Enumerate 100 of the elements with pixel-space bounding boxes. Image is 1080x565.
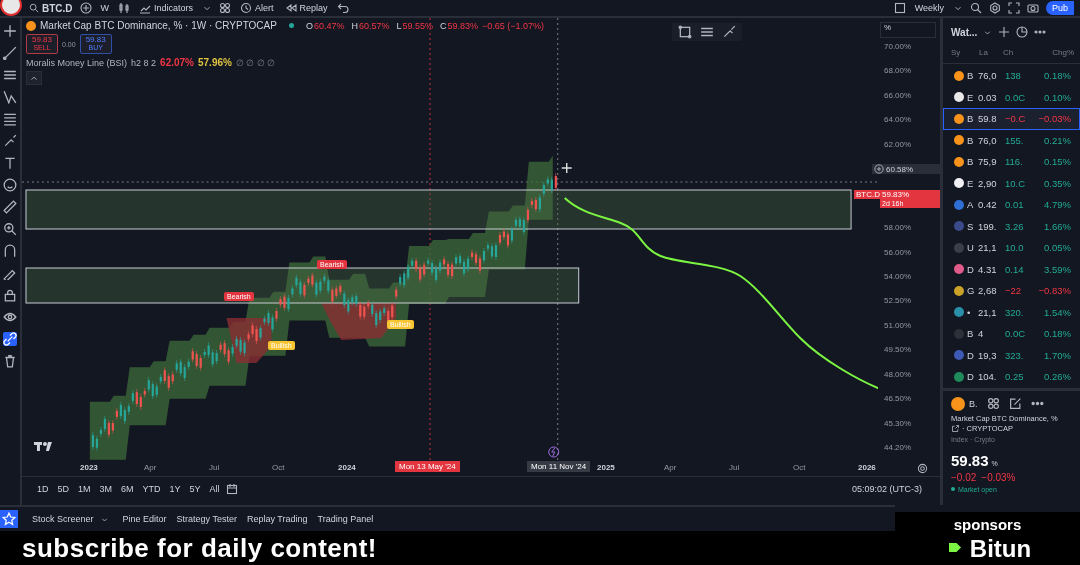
watchlist-row[interactable]: E 2,90 10.C 0.35% — [943, 172, 1080, 194]
avatar-icon[interactable] — [0, 0, 22, 16]
range-button[interactable]: 1M — [75, 484, 94, 494]
add-circle-icon[interactable] — [874, 164, 884, 175]
date-tag: Mon 13 May '24 — [395, 461, 460, 472]
range-button[interactable]: 5D — [54, 484, 73, 494]
layout-button[interactable]: Weekly — [912, 3, 946, 13]
price-label: 52.50% — [884, 296, 913, 306]
panel-tab[interactable]: Strategy Tester — [172, 514, 241, 524]
fib-icon[interactable] — [3, 112, 17, 126]
range-button[interactable]: YTD — [139, 484, 164, 494]
publish-button[interactable]: Pub — [1046, 1, 1074, 15]
zoom-icon[interactable] — [3, 222, 17, 236]
pie-icon[interactable] — [1016, 26, 1029, 38]
add-icon[interactable] — [79, 2, 92, 14]
settings-icon[interactable] — [917, 463, 928, 474]
sponsor-name: Bitun — [969, 535, 1032, 563]
external-link-icon[interactable] — [951, 423, 960, 433]
change-percent: −0.03% — [981, 471, 1016, 483]
range-button[interactable]: 6M — [118, 484, 137, 494]
ruler-icon[interactable] — [3, 200, 17, 214]
crosshair-icon[interactable] — [3, 24, 17, 38]
lock-icon[interactable] — [3, 288, 17, 302]
column-header[interactable]: Ch — [1003, 48, 1025, 57]
caption-text: subscribe for daily content! — [22, 532, 377, 564]
clock-icon — [240, 2, 253, 14]
watchlist-row[interactable]: B 76,0 155. 0.21% — [943, 129, 1080, 151]
magnet-icon[interactable] — [3, 244, 17, 258]
panel-tab[interactable]: Pine Editor — [118, 514, 171, 524]
range-button[interactable]: 1D — [34, 484, 52, 494]
smile-icon[interactable] — [3, 178, 17, 192]
star-icon[interactable] — [0, 510, 18, 528]
link-icon[interactable] — [3, 332, 17, 346]
lines-icon[interactable] — [700, 25, 714, 39]
lines-icon[interactable] — [3, 68, 17, 82]
coin-icon — [26, 20, 36, 31]
add-icon[interactable] — [998, 26, 1011, 38]
status-dot — [951, 487, 955, 491]
watchlist-row[interactable]: E 0.03 0.0C 0.10% — [943, 86, 1080, 108]
indicator-empty-values: ∅ ∅ ∅ ∅ — [235, 57, 276, 68]
edit-icon[interactable] — [1008, 397, 1022, 410]
watchlist-row[interactable]: B 4 0.0C 0.18% — [943, 323, 1080, 345]
price-label: 66.00% — [884, 90, 913, 100]
replay-button[interactable]: Replay — [282, 2, 330, 14]
watchlist-row[interactable]: A 0.42 0.01 4.79% — [943, 194, 1080, 216]
brush-icon[interactable] — [3, 134, 17, 148]
chart-title: Market Cap BTC Dominance, % · 1W · CRYPTOCAP — [40, 20, 277, 31]
watchlist-title[interactable]: Wat... — [951, 26, 978, 38]
column-header[interactable]: Sy — [951, 48, 979, 57]
indicators-button[interactable]: Indicators — [137, 2, 196, 14]
interval-button[interactable]: W — [98, 3, 112, 13]
trash-icon[interactable] — [3, 354, 17, 368]
panel-tab[interactable]: Stock Screener — [28, 514, 98, 524]
column-header[interactable]: Chg% — [1025, 48, 1074, 57]
lightning-icon — [548, 446, 560, 458]
range-button[interactable]: 1Y — [166, 484, 184, 494]
watchlist-row[interactable]: B 76,0 138 0.18% — [943, 65, 1080, 87]
text-cursor-icon[interactable] — [3, 156, 17, 170]
watchlist-row[interactable]: D 19,3 323. 1.70% — [943, 344, 1080, 366]
panel-tab[interactable]: Trading Panel — [313, 514, 378, 524]
watchlist-row[interactable]: U 21,1 10.0 0.05% — [943, 237, 1080, 259]
pattern-icon[interactable] — [3, 90, 17, 104]
settings-icon[interactable] — [989, 2, 1001, 14]
ohlc-label: H — [351, 20, 358, 31]
symbol-search[interactable]: BTC.D — [29, 2, 73, 14]
watchlist-row[interactable]: B 75,9 116. 0.15% — [943, 151, 1080, 173]
sponsor-heading: sponsors — [953, 516, 1022, 533]
collapse-button[interactable] — [26, 71, 42, 85]
calendar-icon[interactable] — [225, 483, 238, 495]
range-button[interactable]: 3M — [96, 484, 116, 494]
ohlc-value: 59.55% — [402, 20, 434, 31]
grid-icon[interactable] — [986, 397, 1000, 410]
eye-icon[interactable] — [3, 310, 17, 324]
trend-line-icon[interactable] — [3, 46, 17, 60]
watchlist-row[interactable]: B 59.8 −0.C −0.03% — [943, 108, 1080, 130]
camera-icon[interactable] — [1027, 2, 1039, 14]
layout-icon[interactable] — [893, 2, 906, 14]
rectangle-icon[interactable] — [678, 25, 692, 39]
watchlist-row[interactable]: S 199. 3.26 1.66% — [943, 215, 1080, 237]
watchlist-row[interactable]: D 4.31 0.14 3.59% — [943, 258, 1080, 280]
templates-icon[interactable] — [219, 2, 232, 14]
range-button[interactable]: 5Y — [186, 484, 204, 494]
watchlist-row[interactable]: • 21,1 320. 1.54% — [943, 301, 1080, 323]
price-text: 59.83 — [951, 451, 989, 469]
watchlist-row[interactable]: G 2,68 −22 −0.83% — [943, 280, 1080, 302]
candles-icon[interactable] — [118, 2, 131, 14]
alert-button[interactable]: Alert — [238, 2, 276, 14]
column-header[interactable]: La — [979, 48, 1003, 57]
brush-icon[interactable] — [722, 25, 736, 39]
unit-field[interactable]: % — [880, 22, 936, 38]
search-icon[interactable] — [970, 2, 982, 14]
price-label: 68.00% — [884, 66, 913, 76]
ohlc-label: L — [396, 20, 402, 31]
fullscreen-icon[interactable] — [1008, 2, 1020, 14]
undo-icon[interactable] — [336, 2, 349, 14]
panel-tab[interactable]: Replay Trading — [242, 514, 312, 524]
range-button[interactable]: All — [206, 484, 223, 494]
status-dot — [288, 23, 294, 28]
watchlist-row[interactable]: D 104. 0.25 0.26% — [943, 366, 1080, 388]
price-label: 62.00% — [884, 139, 913, 149]
